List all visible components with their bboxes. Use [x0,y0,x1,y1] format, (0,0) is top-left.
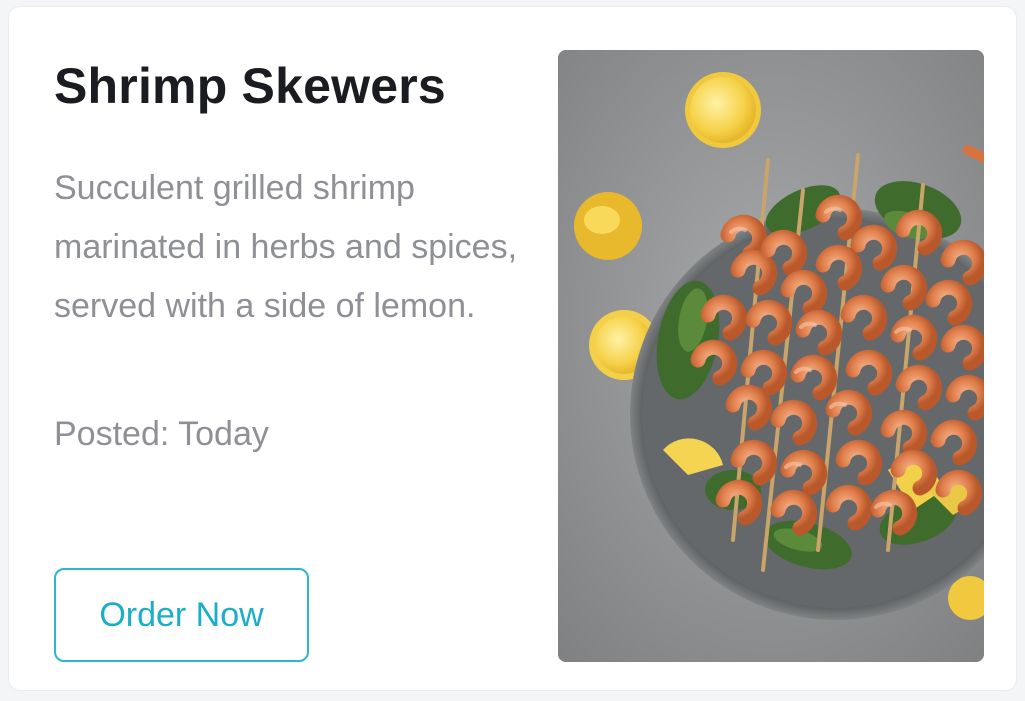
recipe-card: Shrimp Skewers Succulent grilled shrimp … [8,6,1017,691]
food-photo [558,50,984,662]
order-now-button[interactable]: Order Now [54,568,309,662]
card-description: Succulent grilled shrimp marinated in he… [54,169,518,325]
card-title: Shrimp Skewers [54,58,446,114]
posted-date: Posted: Today [54,415,269,453]
shrimp-plate-illustration [558,50,984,662]
